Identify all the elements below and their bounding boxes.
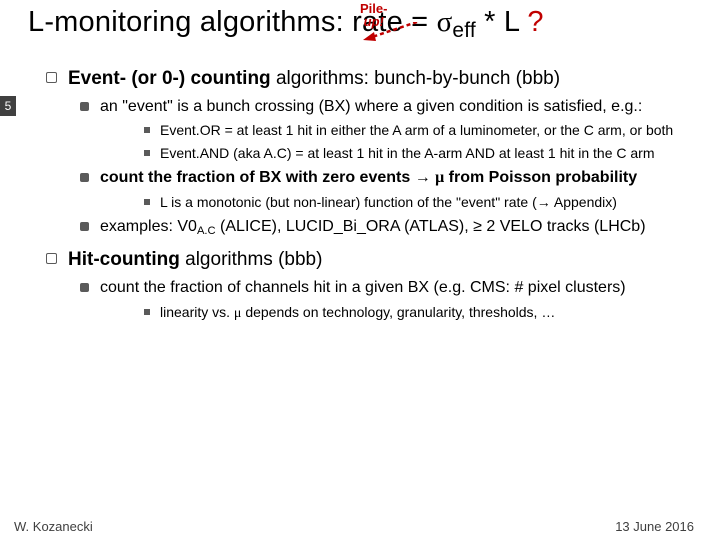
mu-symbol: μ: [435, 169, 444, 186]
title-area: Pile- up! L-monitoring algorithms: rate …: [0, 0, 720, 51]
square-open-bullet-icon: [46, 72, 57, 83]
slide-body: Event- (or 0-) counting algorithms: bunc…: [0, 51, 720, 323]
dot-bullet-icon: [144, 127, 150, 133]
subsub-text: L is a monotonic (but non-linear) functi…: [160, 193, 617, 211]
dot-bullet-icon: [144, 309, 150, 315]
sub-examples: examples: V0A.C (ALICE), LUCID_Bi_ORA (A…: [80, 217, 694, 238]
sub-count-fraction: count the fraction of BX with zero event…: [80, 168, 694, 211]
sub-text: count the fraction of channels hit in a …: [100, 278, 626, 299]
part-a: L is a monotonic (but non-linear) functi…: [160, 194, 537, 210]
dot-bullet-icon: [144, 199, 150, 205]
footer-date: 13 June 2016: [615, 519, 694, 534]
bullet-event-counting: Event- (or 0-) counting algorithms: bunc…: [46, 67, 694, 238]
rest-text: algorithms: bunch-by-bunch (bbb): [276, 68, 560, 89]
title-sigma: σ: [437, 6, 453, 38]
bold-lead: Hit-counting: [68, 249, 185, 270]
title-sub-eff: eff: [452, 19, 475, 42]
subsub-event-or: Event.OR = at least 1 hit in either the …: [144, 121, 694, 139]
pileup-label: Pile- up!: [360, 2, 387, 28]
slide-number-badge: 5: [0, 96, 16, 116]
square-fill-bullet-icon: [80, 102, 89, 111]
sub-event-def: an "event" is a bunch crossing (BX) wher…: [80, 97, 694, 162]
square-fill-bullet-icon: [80, 222, 89, 231]
ex-sub: A.C: [197, 225, 216, 237]
lin-b: depends on technology, granularity, thre…: [241, 304, 555, 320]
slide: { "slide_number": "5", "pileup": { "line…: [0, 0, 720, 540]
bullet-hit-counting: Hit-counting algorithms (bbb) count the …: [46, 248, 694, 323]
ex-b: (ALICE), LUCID_Bi_ORA (ATLAS), ≥ 2 VELO …: [216, 218, 646, 235]
sub-text: examples: V0A.C (ALICE), LUCID_Bi_ORA (A…: [100, 217, 646, 238]
subsub-event-and: Event.AND (aka A.C) = at least 1 hit in …: [144, 144, 694, 162]
subsub-text: Event.OR = at least 1 hit in either the …: [160, 121, 673, 139]
lin-a: linearity vs.: [160, 304, 234, 320]
footer: W. Kozanecki 13 June 2016: [0, 519, 720, 534]
right-arrow-icon: →: [537, 194, 551, 210]
subsub-text: Event.AND (aka A.C) = at least 1 hit in …: [160, 144, 655, 162]
pileup-line2: up!: [360, 15, 387, 28]
bold-c: from Poisson probability: [444, 169, 637, 186]
subsub-monotonic: L is a monotonic (but non-linear) functi…: [144, 193, 694, 211]
title-part2: * L: [476, 6, 528, 38]
dot-bullet-icon: [144, 150, 150, 156]
subsub-linearity: linearity vs. μ depends on technology, g…: [144, 303, 694, 323]
subsub-text: linearity vs. μ depends on technology, g…: [160, 303, 555, 323]
right-arrow-icon: →: [415, 169, 431, 186]
rest-text: algorithms (bbb): [185, 249, 322, 270]
sub-text: count the fraction of BX with zero event…: [100, 168, 637, 189]
sub-text: an "event" is a bunch crossing (BX) wher…: [100, 97, 642, 118]
ex-a: examples: V0: [100, 218, 197, 235]
square-open-bullet-icon: [46, 253, 57, 264]
sub-hit-fraction: count the fraction of channels hit in a …: [80, 278, 694, 323]
square-fill-bullet-icon: [80, 173, 89, 182]
title-question: ?: [527, 6, 543, 38]
part-b: Appendix): [551, 194, 617, 210]
bold-lead: Event- (or 0-) counting: [68, 68, 276, 89]
bullet-text: Hit-counting algorithms (bbb): [68, 248, 322, 272]
square-fill-bullet-icon: [80, 283, 89, 292]
bold-a: count the fraction of BX with zero event…: [100, 169, 415, 186]
bullet-text: Event- (or 0-) counting algorithms: bunc…: [68, 67, 560, 91]
footer-author: W. Kozanecki: [14, 519, 93, 534]
